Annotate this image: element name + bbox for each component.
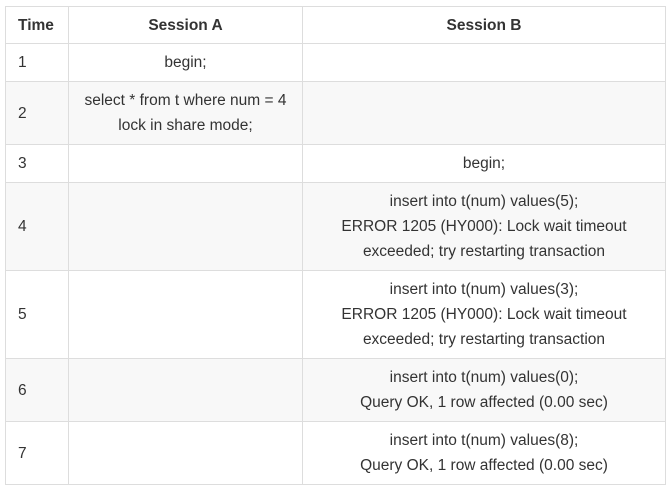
session-b-cell: insert into t(num) values(3); ERROR 1205… (302, 270, 666, 359)
session-b-cell (302, 43, 666, 82)
time-cell: 4 (5, 182, 69, 271)
header-session-a: Session A (68, 6, 303, 44)
statement-line: begin; (462, 155, 506, 172)
error-line: ERROR 1205 (HY000): Lock wait timeout (341, 306, 627, 323)
session-a-cell (68, 270, 303, 359)
statement-line: begin; (164, 54, 207, 71)
time-cell: 5 (5, 270, 69, 359)
session-b-cell: insert into t(num) values(0); Query OK, … (302, 358, 666, 422)
statement-line: insert into t(num) values(8); (389, 432, 579, 449)
table-row: 3 begin; (5, 144, 666, 183)
table-row: 6 insert into t(num) values(0); Query OK… (5, 358, 666, 422)
table-row: 1 begin; (5, 43, 666, 82)
header-time: Time (5, 6, 69, 44)
session-a-cell (68, 421, 303, 485)
session-b-cell: insert into t(num) values(5); ERROR 1205… (302, 182, 666, 271)
time-cell: 2 (5, 81, 69, 145)
session-b-cell: begin; (302, 144, 666, 183)
statement-line: insert into t(num) values(3); (389, 281, 579, 298)
table-row: 7 insert into t(num) values(8); Query OK… (5, 421, 666, 485)
session-a-cell: begin; (68, 43, 303, 82)
table-row: 5 insert into t(num) values(3); ERROR 12… (5, 270, 666, 359)
table-header-row: Time Session A Session B (5, 6, 666, 44)
table-row: 4 insert into t(num) values(5); ERROR 12… (5, 182, 666, 271)
statement-line: select * from t where num = 4 (84, 92, 287, 109)
session-a-cell (68, 358, 303, 422)
statement-line: insert into t(num) values(5); (389, 193, 579, 210)
session-b-cell: insert into t(num) values(8); Query OK, … (302, 421, 666, 485)
session-a-cell (68, 144, 303, 183)
error-line: ERROR 1205 (HY000): Lock wait timeout (341, 218, 627, 235)
time-cell: 6 (5, 358, 69, 422)
session-a-cell: select * from t where num = 4 lock in sh… (68, 81, 303, 145)
error-line: exceeded; try restarting transaction (362, 331, 606, 348)
result-line: Query OK, 1 row affected (0.00 sec) (360, 457, 608, 474)
table-row: 2 select * from t where num = 4 lock in … (5, 81, 666, 145)
time-cell: 1 (5, 43, 69, 82)
error-line: exceeded; try restarting transaction (362, 243, 606, 260)
statement-line: lock in share mode; (118, 117, 253, 134)
time-cell: 7 (5, 421, 69, 485)
header-session-b: Session B (302, 6, 666, 44)
time-cell: 3 (5, 144, 69, 183)
session-a-cell (68, 182, 303, 271)
statement-line: insert into t(num) values(0); (389, 369, 579, 386)
session-b-cell (302, 81, 666, 145)
session-lock-table: Time Session A Session B 1 begin; 2 sele… (5, 6, 666, 485)
result-line: Query OK, 1 row affected (0.00 sec) (360, 394, 608, 411)
